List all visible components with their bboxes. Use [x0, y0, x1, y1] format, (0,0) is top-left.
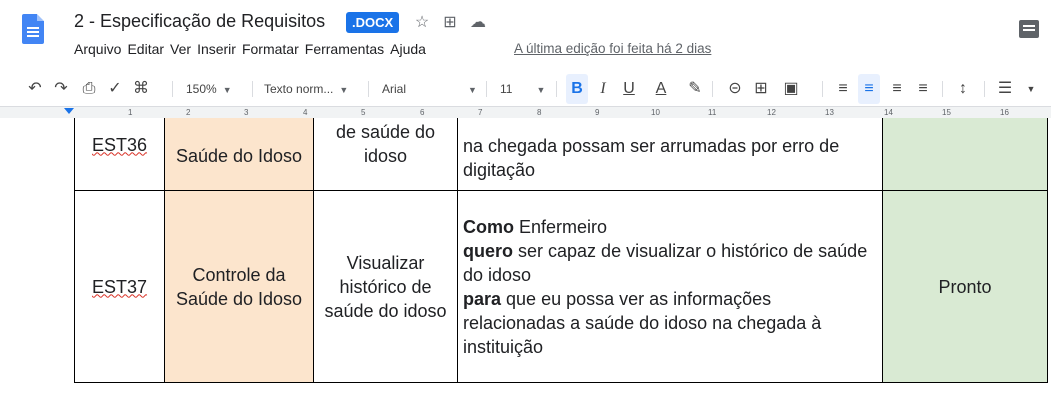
comment-history-icon[interactable] [1019, 20, 1039, 38]
requirement-id-cell[interactable]: EST36 [74, 118, 165, 191]
font-value: Arial [382, 82, 407, 96]
spellcheck-icon[interactable]: ✓ [104, 74, 126, 104]
toolbar: ↶ ↷ ⎙ ✓ ⌘ 150% ▼ Texto norm... ▼ Arial ▼ 11… [0, 74, 1051, 104]
chevron-down-icon: ▼ [468, 85, 477, 95]
title-cell[interactable]: de saúde do idoso [313, 118, 458, 191]
chevron-down-icon: ▼ [339, 85, 349, 95]
story-so-keyword: para [463, 288, 502, 309]
font-size-value: 11 [500, 82, 513, 96]
align-center-icon[interactable]: ≡ [858, 74, 880, 104]
docx-format-badge: .DOCX [346, 12, 400, 33]
title-cell[interactable]: Visualizar histórico de saúde do idoso [313, 190, 458, 383]
cloud-status-icon[interactable]: ☁ [469, 12, 487, 32]
status-cell[interactable]: Pronto [882, 190, 1048, 383]
document-page[interactable]: EST36 Saúde do Idoso de saúde do idoso n… [0, 118, 1051, 408]
text-color-icon[interactable]: A [650, 74, 672, 104]
menu-ver[interactable]: Ver [170, 41, 191, 57]
font-size-select[interactable]: 11 ▼ [500, 74, 545, 104]
requirement-id: EST36 [91, 134, 148, 155]
bold-icon[interactable]: B [566, 74, 588, 104]
menu-ajuda[interactable]: Ajuda [390, 41, 426, 57]
highlight-icon[interactable]: ✎ [684, 74, 706, 104]
print-icon[interactable]: ⎙ [78, 74, 100, 104]
redo-icon[interactable]: ↷ [50, 74, 72, 104]
checklist-icon[interactable]: ☰ [994, 74, 1016, 104]
link-icon[interactable]: ⊝ [724, 74, 746, 104]
align-left-icon[interactable]: ≡ [832, 74, 854, 104]
requirement-id-cell[interactable]: EST37 [74, 190, 165, 383]
document-title[interactable]: 2 - Especificação de Requisitos [74, 11, 325, 32]
checklist-chevron-down-icon[interactable]: ▼ [1020, 74, 1042, 104]
style-value: Texto norm... [264, 82, 334, 96]
menu-ferramentas[interactable]: Ferramentas [305, 41, 384, 57]
menu-bar: Arquivo Editar Ver Inserir Formatar Ferr… [74, 41, 432, 57]
zoom-value: 150% [186, 82, 217, 96]
font-select[interactable]: Arial ▼ [382, 74, 477, 104]
story-as-keyword: Como [463, 216, 514, 237]
feature-cell[interactable]: Saúde do Idoso [164, 118, 314, 191]
last-edit-link[interactable]: A última edição foi feita há 2 dias [514, 41, 711, 56]
align-right-icon[interactable]: ≡ [886, 74, 908, 104]
table-row: EST37 Controle da Saúde do Idoso Visuali… [74, 190, 1048, 383]
align-justify-icon[interactable]: ≡ [912, 74, 934, 104]
requirement-id: EST37 [91, 276, 148, 297]
chevron-down-icon: ▼ [536, 85, 546, 95]
chevron-down-icon: ▼ [222, 85, 232, 95]
requirements-table: EST36 Saúde do Idoso de saúde do idoso n… [74, 118, 1048, 383]
italic-icon[interactable]: I [592, 74, 614, 104]
underline-icon[interactable]: U [618, 74, 640, 104]
menu-editar[interactable]: Editar [127, 41, 164, 57]
story-as-text: Enfermeiro [514, 216, 608, 237]
feature-cell[interactable]: Controle da Saúde do Idoso [164, 190, 314, 383]
undo-icon[interactable]: ↶ [24, 74, 46, 104]
user-story-cell[interactable]: Como Enfermeiro quero ser capaz de visua… [457, 190, 883, 383]
insert-image-icon[interactable]: ▣ [780, 74, 802, 104]
move-folder-icon[interactable]: ⊞ [441, 12, 459, 32]
menu-arquivo[interactable]: Arquivo [74, 41, 121, 57]
docs-logo-icon[interactable] [22, 14, 44, 44]
story-want-text: ser capaz de visualizar o histórico de s… [463, 240, 868, 285]
story-want-keyword: quero [463, 240, 514, 261]
menu-formatar[interactable]: Formatar [242, 41, 299, 57]
table-row: EST36 Saúde do Idoso de saúde do idoso n… [74, 118, 1048, 191]
indent-marker[interactable] [64, 108, 74, 114]
status-cell[interactable]: Pronto [882, 118, 1048, 191]
star-icon[interactable]: ☆ [413, 12, 431, 32]
user-story-cell[interactable]: na chegada possam ser arrumadas por erro… [457, 118, 883, 191]
title-bar: 2 - Especificação de Requisitos .DOCX ☆ … [0, 0, 1051, 68]
horizontal-ruler[interactable]: 1 2 3 4 5 6 7 8 9 10 11 12 13 14 15 16 [0, 106, 1051, 118]
line-spacing-icon[interactable]: ↕ [952, 74, 974, 104]
add-comment-icon[interactable]: ⊞ [750, 74, 772, 104]
story-so-text: que eu possa ver as informações relacion… [463, 288, 822, 357]
paint-format-icon[interactable]: ⌘ [130, 74, 152, 104]
style-select[interactable]: Texto norm... ▼ [264, 74, 348, 104]
zoom-select[interactable]: 150% ▼ [186, 74, 232, 104]
menu-inserir[interactable]: Inserir [197, 41, 236, 57]
